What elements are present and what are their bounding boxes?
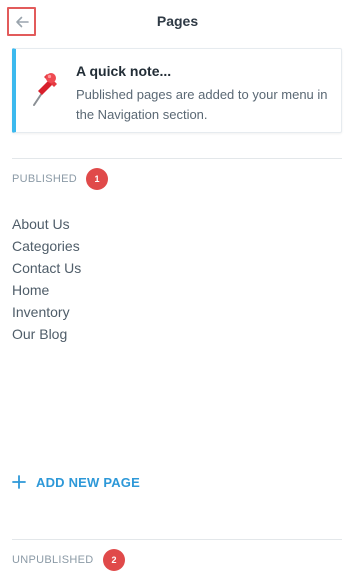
plus-icon <box>12 475 26 489</box>
published-section-label: PUBLISHED <box>12 173 78 185</box>
pages-panel: Pages A quick note... Published pages ar… <box>0 0 355 581</box>
divider <box>12 539 342 540</box>
divider <box>12 158 342 159</box>
header: Pages <box>0 0 355 44</box>
unpublished-section-label: UNPUBLISHED <box>12 554 94 566</box>
published-count-badge: 1 <box>86 168 108 190</box>
add-new-page-button[interactable]: ADD NEW PAGE <box>12 470 140 494</box>
note-title: A quick note... <box>76 63 172 79</box>
published-page-list: About Us Categories Contact Us Home Inve… <box>0 203 355 356</box>
unpublished-count-badge: 2 <box>103 549 125 571</box>
quick-note-card: A quick note... Published pages are adde… <box>12 48 342 133</box>
page-item-our-blog[interactable]: Our Blog <box>0 313 355 356</box>
page-title: Pages <box>156 13 199 29</box>
pushpin-icon <box>33 73 57 106</box>
note-body: Published pages are added to your menu i… <box>76 87 328 122</box>
add-new-page-label: ADD NEW PAGE <box>36 474 140 490</box>
